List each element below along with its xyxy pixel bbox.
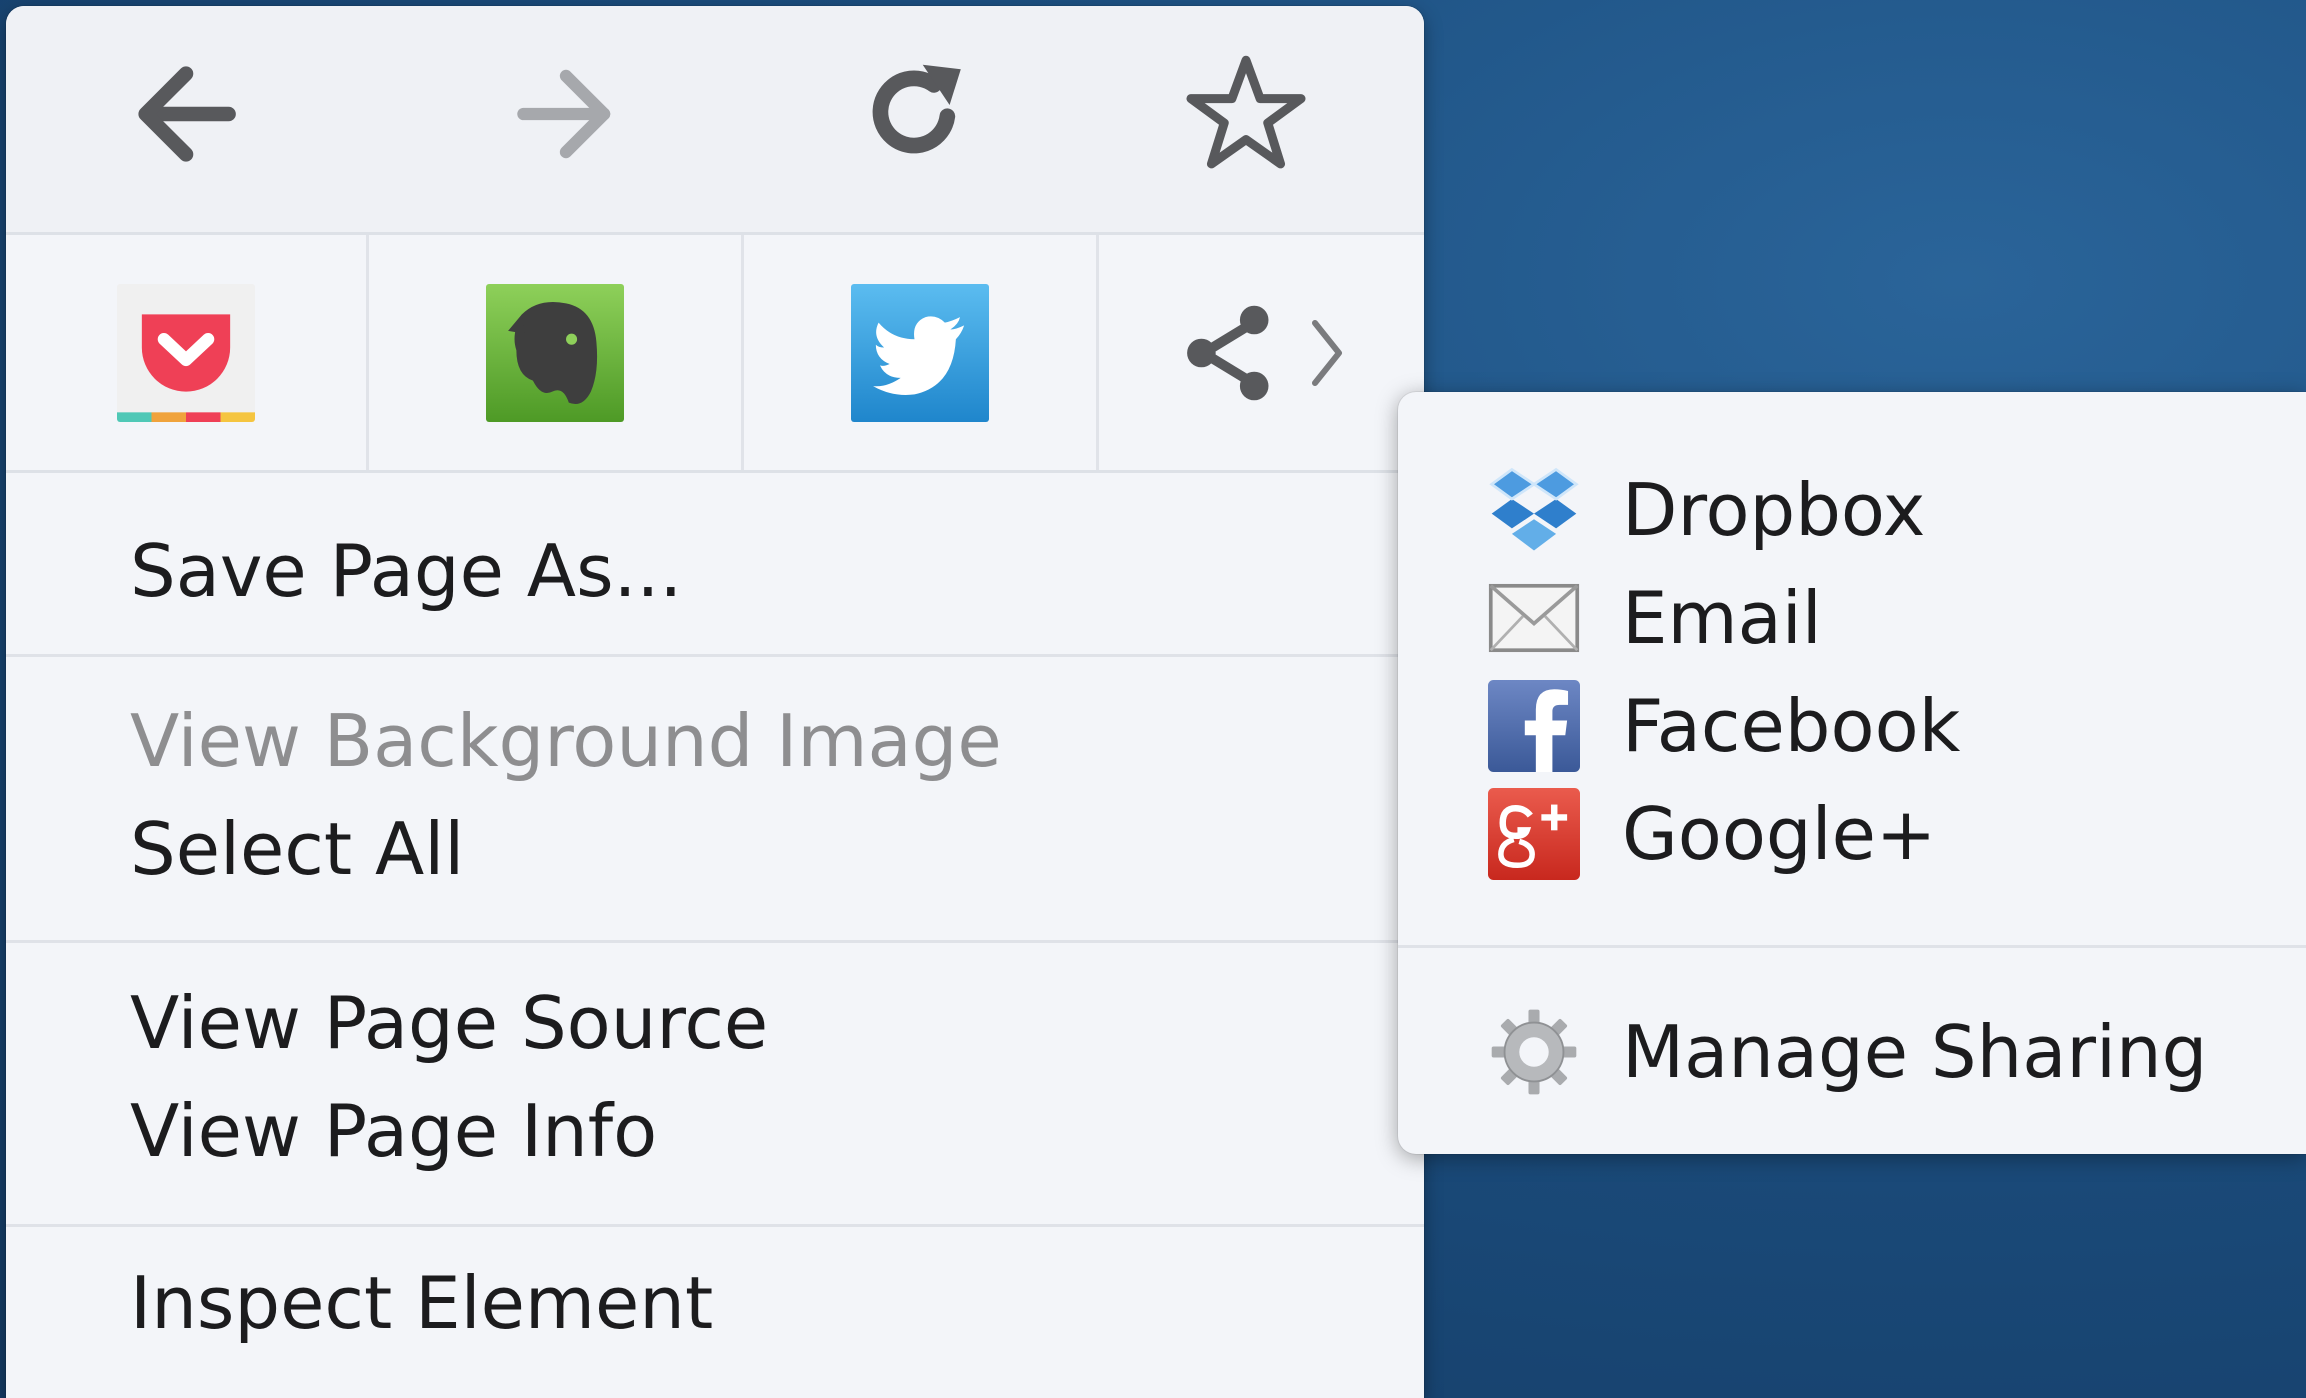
select-all-item[interactable]: Select All <box>130 804 464 894</box>
chevron-right-icon <box>1311 319 1342 386</box>
pocket-button[interactable] <box>6 235 366 470</box>
share-item-label: Dropbox <box>1622 468 1926 552</box>
arrow-right-icon <box>517 69 611 159</box>
manage-sharing-label: Manage Sharing <box>1622 1010 2208 1094</box>
forward-button[interactable] <box>496 44 636 184</box>
share-facebook-item[interactable]: Facebook <box>1488 676 1960 776</box>
reload-button[interactable] <box>846 44 986 184</box>
arrow-left-icon <box>138 66 236 162</box>
share-button[interactable] <box>1099 235 1424 470</box>
bookmark-button[interactable] <box>1176 44 1316 184</box>
twitter-button[interactable] <box>744 235 1096 470</box>
gear-icon <box>1488 1006 1580 1098</box>
menu-divider <box>6 1224 1424 1227</box>
share-toolbar <box>6 235 1424 473</box>
view-page-source-item[interactable]: View Page Source <box>130 978 768 1068</box>
dropbox-icon <box>1488 464 1580 556</box>
star-icon <box>1186 55 1306 169</box>
context-menu: Save Page As... View Background Image Se… <box>6 6 1424 1398</box>
twitter-icon <box>851 283 989 422</box>
view-page-info-item[interactable]: View Page Info <box>130 1086 657 1176</box>
evernote-icon <box>486 283 624 422</box>
facebook-icon <box>1488 680 1580 772</box>
share-google-plus-item[interactable]: Google+ <box>1488 784 1936 884</box>
share-dropbox-item[interactable]: Dropbox <box>1488 460 1925 560</box>
reload-icon <box>872 64 961 154</box>
menu-divider <box>6 654 1424 657</box>
share-email-item[interactable]: Email <box>1488 568 1822 668</box>
pocket-icon <box>117 283 255 422</box>
save-page-as-item[interactable]: Save Page As... <box>130 526 682 616</box>
view-background-image-item: View Background Image <box>130 699 1002 783</box>
navigation-row <box>6 6 1424 235</box>
share-icon <box>1186 305 1268 400</box>
share-item-label: Google+ <box>1622 792 1937 876</box>
submenu-divider <box>1398 945 2306 948</box>
back-button[interactable] <box>116 44 256 184</box>
inspect-element-item[interactable]: Inspect Element <box>130 1258 713 1348</box>
share-item-label: Facebook <box>1622 684 1961 768</box>
google-plus-icon <box>1488 788 1580 880</box>
email-icon <box>1488 572 1580 664</box>
share-submenu: Dropbox Email Facebook Google+ Manage Sh… <box>1398 392 2306 1154</box>
menu-divider <box>6 940 1424 943</box>
manage-sharing-item[interactable]: Manage Sharing <box>1488 1002 2207 1102</box>
evernote-button[interactable] <box>369 235 741 470</box>
share-item-label: Email <box>1622 576 1822 660</box>
